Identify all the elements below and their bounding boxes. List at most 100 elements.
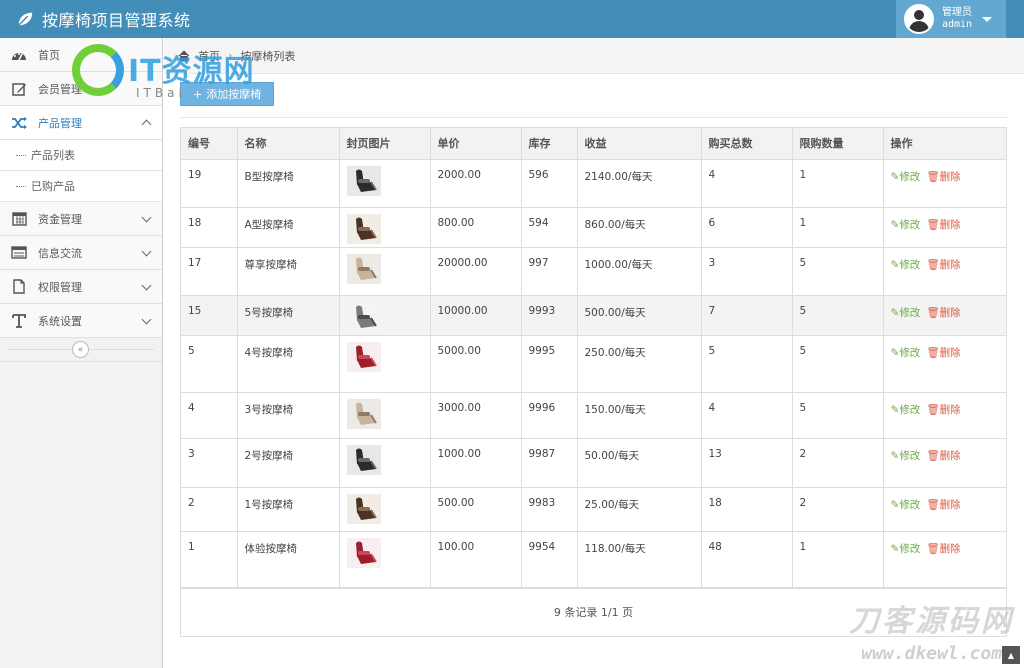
cell-id: 3 <box>181 438 238 488</box>
edit-link[interactable]: ✎修改 <box>891 219 921 231</box>
table-footer: 9 条记录 1/1 页 <box>181 587 1006 636</box>
file-icon <box>10 278 28 296</box>
cell-image <box>339 159 431 208</box>
sidebar-item-products[interactable]: 产品管理 <box>0 106 162 140</box>
massage-chair-thumbnail[interactable] <box>346 444 381 475</box>
sidebar-subitem-product-list[interactable]: 产品列表 <box>0 140 162 171</box>
cell-price: 100.00 <box>430 531 522 588</box>
edit-link[interactable]: ✎修改 <box>891 404 921 416</box>
massage-chair-thumbnail[interactable] <box>346 398 381 429</box>
cell-bought: 6 <box>701 207 793 248</box>
cell-image <box>339 295 431 336</box>
edit-link[interactable]: ✎修改 <box>891 171 921 183</box>
trash-icon: 🗑 <box>926 258 940 271</box>
pencil-icon: ✎ <box>890 346 900 359</box>
delete-link[interactable]: 🗑删除 <box>926 404 960 416</box>
cell-image <box>339 392 431 439</box>
brand[interactable]: 按摩椅项目管理系统 <box>16 0 191 38</box>
cell-income: 860.00/每天 <box>577 207 702 248</box>
sidebar-item-label: 首页 <box>38 48 60 62</box>
edit-link[interactable]: ✎修改 <box>891 347 921 359</box>
massage-chair-thumbnail[interactable] <box>346 213 381 244</box>
edit-icon <box>10 80 28 98</box>
massage-chair-thumbnail[interactable] <box>346 301 381 332</box>
edit-link[interactable]: ✎修改 <box>891 543 921 555</box>
table-row: 4 3号按摩椅 3000.00 9996 150.00/每天 4 5 ✎修改 🗑删除 <box>181 392 1006 439</box>
cell-stock: 9995 <box>521 335 578 393</box>
cell-actions: ✎修改 🗑删除 <box>883 207 1006 248</box>
delete-link[interactable]: 🗑删除 <box>926 171 960 183</box>
delete-link[interactable]: 🗑删除 <box>926 499 960 511</box>
sidebar-item-members[interactable]: 会员管理 <box>0 72 162 106</box>
sidebar-subitem-purchased[interactable]: 已购产品 <box>0 171 162 202</box>
delete-link[interactable]: 🗑删除 <box>926 450 960 462</box>
column-header[interactable]: 单价 <box>430 128 522 160</box>
chevron-down-icon <box>141 246 152 257</box>
cell-name: 4号按摩椅 <box>237 335 340 393</box>
chevron-down-icon <box>141 314 152 325</box>
sidebar-item-funds[interactable]: 资金管理 <box>0 202 162 236</box>
cell-bought: 48 <box>701 531 793 588</box>
column-header[interactable]: 购买总数 <box>701 128 793 160</box>
cell-actions: ✎修改 🗑删除 <box>883 438 1006 488</box>
massage-chair-thumbnail[interactable] <box>346 537 381 568</box>
trash-icon: 🗑 <box>926 403 940 416</box>
add-chair-button[interactable]: + 添加按摩椅 <box>180 82 275 106</box>
delete-link[interactable]: 🗑删除 <box>926 347 960 359</box>
breadcrumb-home[interactable]: 首页 <box>198 48 220 64</box>
delete-link[interactable]: 🗑删除 <box>926 543 960 555</box>
chevron-down-icon <box>141 280 152 291</box>
cell-name: 5号按摩椅 <box>237 295 340 336</box>
cell-price: 10000.00 <box>430 295 522 336</box>
cell-bought: 4 <box>701 159 793 208</box>
cell-image <box>339 487 431 532</box>
sidebar-collapse-button[interactable]: « <box>72 341 89 358</box>
edit-link[interactable]: ✎修改 <box>891 499 921 511</box>
sidebar-item-home[interactable]: 首页 <box>0 38 162 72</box>
home-icon <box>178 49 190 61</box>
delete-link[interactable]: 🗑删除 <box>926 259 960 271</box>
cell-stock: 9983 <box>521 487 578 532</box>
column-header[interactable]: 封页图片 <box>339 128 431 160</box>
cell-name: 尊享按摩椅 <box>237 247 340 296</box>
pencil-icon: ✎ <box>890 403 900 416</box>
edit-link[interactable]: ✎修改 <box>891 307 921 319</box>
cell-limit: 1 <box>792 207 884 248</box>
cell-limit: 5 <box>792 335 884 393</box>
cell-price: 800.00 <box>430 207 522 248</box>
cell-limit: 1 <box>792 159 884 208</box>
cell-income: 150.00/每天 <box>577 392 702 439</box>
delete-link[interactable]: 🗑删除 <box>926 307 960 319</box>
edit-link[interactable]: ✎修改 <box>891 259 921 271</box>
table-row: 15 5号按摩椅 10000.00 9993 500.00/每天 7 5 ✎修改 🗑删除 <box>181 295 1006 336</box>
trash-icon: 🗑 <box>926 498 940 511</box>
pencil-icon: ✎ <box>890 170 900 183</box>
cell-income: 250.00/每天 <box>577 335 702 393</box>
cell-income: 1000.00/每天 <box>577 247 702 296</box>
cell-price: 3000.00 <box>430 392 522 439</box>
sidebar-item-settings[interactable]: 系统设置 <box>0 304 162 338</box>
cell-actions: ✎修改 🗑删除 <box>883 487 1006 532</box>
column-header[interactable]: 限购数量 <box>792 128 884 160</box>
cell-name: 体验按摩椅 <box>237 531 340 588</box>
sidebar-item-permissions[interactable]: 权限管理 <box>0 270 162 304</box>
cell-bought: 18 <box>701 487 793 532</box>
cell-image <box>339 531 431 588</box>
column-header[interactable]: 编号 <box>181 128 238 160</box>
massage-chair-thumbnail[interactable] <box>346 341 381 372</box>
sidebar-item-messages[interactable]: 信息交流 <box>0 236 162 270</box>
table-row: 5 4号按摩椅 5000.00 9995 250.00/每天 5 5 ✎修改 🗑删除 <box>181 335 1006 393</box>
edit-link[interactable]: ✎修改 <box>891 450 921 462</box>
column-header[interactable]: 名称 <box>237 128 340 160</box>
delete-link[interactable]: 🗑删除 <box>926 219 960 231</box>
scroll-top-button[interactable]: ▲ <box>1002 646 1020 664</box>
column-header: 操作 <box>883 128 1006 160</box>
column-header[interactable]: 库存 <box>521 128 578 160</box>
user-menu[interactable]: 管理员 admin <box>896 0 1006 38</box>
massage-chair-thumbnail[interactable] <box>346 493 381 524</box>
pencil-icon: ✎ <box>890 258 900 271</box>
massage-chair-thumbnail[interactable] <box>346 165 381 196</box>
chevron-down-icon <box>141 119 152 130</box>
massage-chair-thumbnail[interactable] <box>346 253 381 284</box>
column-header[interactable]: 收益 <box>577 128 702 160</box>
